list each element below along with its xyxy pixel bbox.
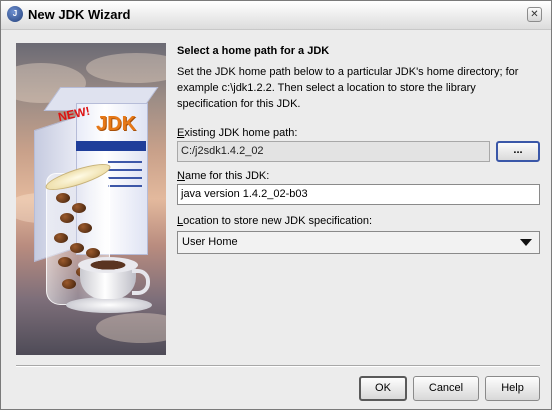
- wizard-window: J New JDK Wizard ✕ JDK NEW! Select a hom…: [0, 0, 552, 410]
- location-label: Location to store new JDK specification:: [177, 215, 373, 227]
- jdk-logo: JDK: [96, 113, 137, 135]
- java-icon: J: [7, 6, 23, 22]
- page-description: Set the JDK home path below to a particu…: [177, 66, 519, 110]
- page-heading: Select a home path for a JDK: [177, 45, 330, 57]
- window-title: New JDK Wizard: [28, 7, 131, 22]
- jdk-product-image: JDK NEW!: [16, 43, 166, 355]
- chevron-down-icon: [520, 239, 532, 246]
- close-icon: ✕: [530, 9, 539, 20]
- title-bar[interactable]: J New JDK Wizard ✕: [1, 1, 551, 30]
- location-dropdown[interactable]: User Home: [177, 231, 540, 254]
- home-path-label: Existing JDK home path:: [177, 127, 298, 139]
- home-path-field[interactable]: C:/j2sdk1.4.2_02: [177, 141, 490, 162]
- jdk-name-label: Name for this JDK:: [177, 170, 270, 182]
- ok-button[interactable]: OK: [359, 376, 407, 401]
- browse-button[interactable]: ...: [496, 141, 540, 162]
- location-selected-value: User Home: [182, 236, 238, 248]
- help-button[interactable]: Help: [485, 376, 540, 401]
- cancel-button[interactable]: Cancel: [413, 376, 479, 401]
- close-button[interactable]: ✕: [527, 7, 542, 22]
- jdk-name-field[interactable]: java version 1.4.2_02-b03: [177, 184, 540, 205]
- button-separator: [16, 365, 540, 367]
